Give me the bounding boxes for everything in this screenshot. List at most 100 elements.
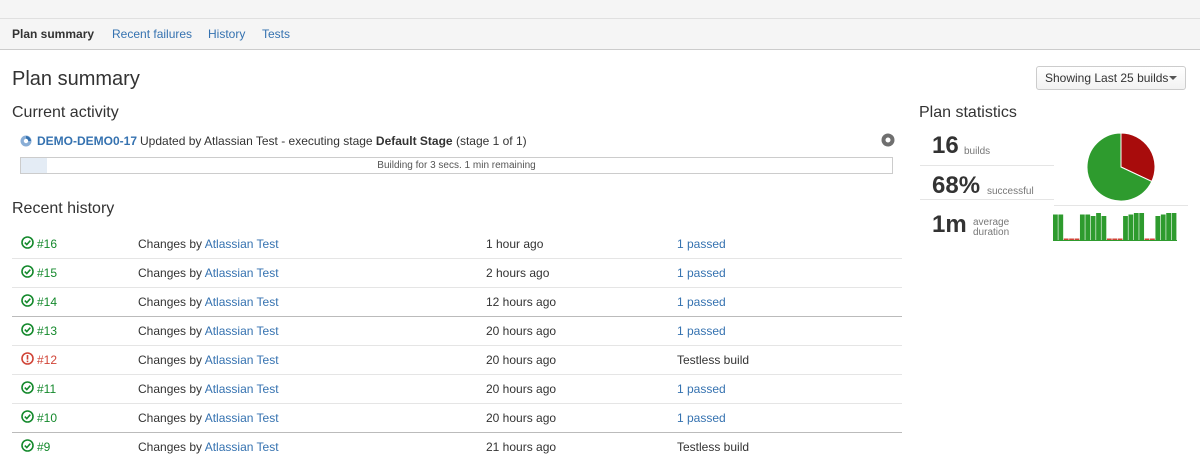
duration-bar xyxy=(1112,238,1118,240)
changes-label: Changes by xyxy=(138,382,203,396)
plan-statistics-title: Plan statistics xyxy=(919,104,1017,121)
page-title: Plan summary xyxy=(12,68,140,90)
test-result-link[interactable]: 1 passed xyxy=(677,382,726,396)
table-row: #12 Changes by Atlassian Test 20 hours a… xyxy=(12,345,902,375)
table-row: #16 Changes by Atlassian Test 1 hour ago… xyxy=(12,229,902,259)
duration-bar xyxy=(1053,214,1058,240)
activity-suffix: (stage 1 of 1) xyxy=(452,134,527,148)
duration-bar xyxy=(1144,238,1150,240)
stop-icon[interactable] xyxy=(881,133,895,147)
author-link[interactable]: Atlassian Test xyxy=(205,353,279,367)
average-duration: 1m xyxy=(932,211,967,238)
tab-history[interactable]: History xyxy=(208,27,245,41)
duration-bar xyxy=(1063,238,1069,240)
author-link[interactable]: Atlassian Test xyxy=(205,324,279,338)
build-number-link[interactable]: #15 xyxy=(37,266,57,280)
build-time: 20 hours ago xyxy=(486,411,557,425)
builds-count: 16 xyxy=(932,132,959,159)
duration-bar-chart xyxy=(1053,213,1177,241)
test-result-link[interactable]: 1 passed xyxy=(677,237,726,251)
tab-tests[interactable]: Tests xyxy=(262,27,290,41)
test-result-link[interactable]: 1 passed xyxy=(677,411,726,425)
changes-label: Changes by xyxy=(138,353,203,367)
changes-cell: Changes by Atlassian Test xyxy=(138,295,279,309)
check-circle-icon xyxy=(21,265,34,278)
test-result-link[interactable]: 1 passed xyxy=(677,295,726,309)
build-number-link[interactable]: #12 xyxy=(37,353,57,367)
author-link[interactable]: Atlassian Test xyxy=(205,295,279,309)
current-activity-title: Current activity xyxy=(12,104,119,121)
builds-stat: 16 builds xyxy=(920,132,1054,166)
test-result-text: Testless build xyxy=(677,353,750,367)
build-time: 20 hours ago xyxy=(486,382,557,396)
changes-label: Changes by xyxy=(138,295,203,309)
check-circle-icon xyxy=(21,294,34,307)
build-number-link[interactable]: #14 xyxy=(37,295,57,309)
duration-bar xyxy=(1106,238,1112,240)
duration-bar xyxy=(1058,214,1064,240)
build-time: 21 hours ago xyxy=(486,440,557,454)
build-number-link[interactable]: #16 xyxy=(37,237,57,251)
spinner-icon xyxy=(20,135,32,147)
current-activity: DEMO-DEMO0-17 Updated by Atlassian Test … xyxy=(20,133,900,150)
success-label: successful xyxy=(987,186,1034,197)
top-strip xyxy=(0,0,1200,19)
build-time: 1 hour ago xyxy=(486,237,544,251)
check-circle-icon xyxy=(21,323,34,336)
running-build-link[interactable]: DEMO-DEMO0-17 xyxy=(37,134,137,148)
duration-bar xyxy=(1160,214,1166,240)
build-number-link[interactable]: #10 xyxy=(37,411,57,425)
author-link[interactable]: Atlassian Test xyxy=(205,266,279,280)
changes-cell: Changes by Atlassian Test xyxy=(138,266,279,280)
build-time: 20 hours ago xyxy=(486,353,557,367)
tab-plan-summary[interactable]: Plan summary xyxy=(12,27,94,41)
check-circle-icon xyxy=(21,381,34,394)
builds-range-dropdown[interactable]: Showing Last 25 builds xyxy=(1036,66,1186,90)
activity-description: Updated by Atlassian Test - executing st… xyxy=(140,134,527,148)
table-row: #10 Changes by Atlassian Test 20 hours a… xyxy=(12,403,902,433)
build-time: 2 hours ago xyxy=(486,266,550,280)
duration-bar xyxy=(1117,238,1123,240)
build-number-link[interactable]: #11 xyxy=(37,382,56,396)
author-link[interactable]: Atlassian Test xyxy=(205,382,279,396)
author-link[interactable]: Atlassian Test xyxy=(205,440,279,454)
stat-divider xyxy=(1054,205,1188,206)
test-result-link[interactable]: 1 passed xyxy=(677,266,726,280)
duration-bar xyxy=(1085,214,1091,240)
test-result-text: Testless build xyxy=(677,440,750,454)
check-circle-icon xyxy=(21,236,34,249)
duration-bar xyxy=(1079,214,1085,240)
success-pie-chart xyxy=(1086,132,1156,202)
duration-bar xyxy=(1101,216,1107,240)
duration-bar xyxy=(1128,214,1134,240)
changes-label: Changes by xyxy=(138,324,203,338)
build-number-link[interactable]: #13 xyxy=(37,324,57,338)
author-link[interactable]: Atlassian Test xyxy=(205,411,279,425)
duration-bar xyxy=(1155,216,1161,240)
build-number-link[interactable]: #9 xyxy=(37,440,50,454)
duration-bar xyxy=(1150,238,1155,240)
builds-range-label: Showing Last 25 builds xyxy=(1045,71,1169,85)
progress-text: Building for 3 secs. 1 min remaining xyxy=(377,160,536,171)
table-row: #14 Changes by Atlassian Test 12 hours a… xyxy=(12,287,902,317)
check-circle-icon xyxy=(21,410,34,423)
changes-label: Changes by xyxy=(138,266,203,280)
changes-cell: Changes by Atlassian Test xyxy=(138,324,279,338)
tab-recent-failures[interactable]: Recent failures xyxy=(112,27,192,41)
changes-label: Changes by xyxy=(138,440,203,454)
activity-stage: Default Stage xyxy=(375,134,453,148)
builds-label: builds xyxy=(964,146,991,157)
duration-bar xyxy=(1090,216,1096,240)
changes-label: Changes by xyxy=(138,411,203,425)
changes-cell: Changes by Atlassian Test xyxy=(138,440,279,454)
table-row: #13 Changes by Atlassian Test 20 hours a… xyxy=(12,316,902,346)
build-progress-bar: Building for 3 secs. 1 min remaining xyxy=(20,157,893,174)
duration-bar xyxy=(1123,216,1128,240)
changes-cell: Changes by Atlassian Test xyxy=(138,237,279,251)
author-link[interactable]: Atlassian Test xyxy=(205,237,279,251)
changes-label: Changes by xyxy=(138,237,203,251)
duration-stat: 1m average duration xyxy=(920,208,1054,241)
duration-label-duration: duration xyxy=(973,227,1010,238)
duration-bar xyxy=(1166,213,1172,240)
test-result-link[interactable]: 1 passed xyxy=(677,324,726,338)
